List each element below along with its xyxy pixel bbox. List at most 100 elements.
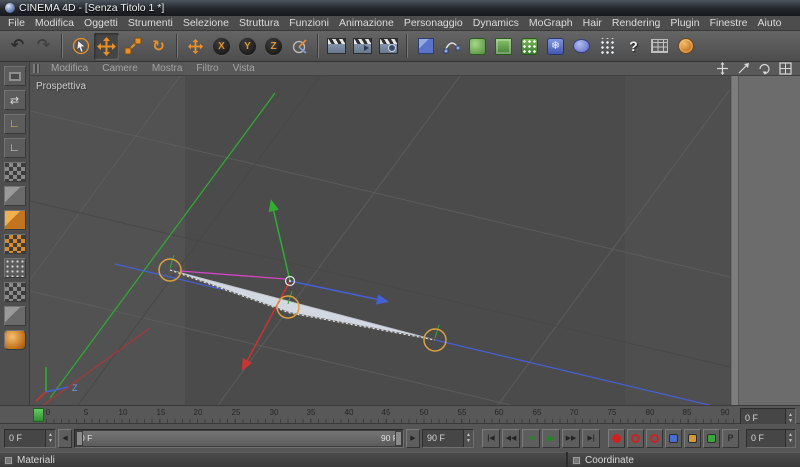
add-particles-button[interactable] xyxy=(595,33,620,60)
menu-item-strumenti[interactable]: Strumenti xyxy=(123,17,178,29)
points-mode-button[interactable] xyxy=(3,234,26,254)
add-generator-button[interactable] xyxy=(465,33,490,60)
materials-panel-header[interactable]: Materiali xyxy=(0,452,566,467)
record-pla-toggle[interactable]: P xyxy=(722,428,739,448)
spinner-arrows-icon[interactable]: ▲ ▼ xyxy=(785,429,795,447)
help-button[interactable]: ? xyxy=(621,33,646,60)
menu-item-dynamics[interactable]: Dynamics xyxy=(468,17,524,29)
lock-y-axis-button[interactable]: Y xyxy=(235,33,260,60)
render-view-button[interactable] xyxy=(324,33,349,60)
texture-axis-mode-button[interactable] xyxy=(3,186,26,206)
spinner-arrows-icon[interactable]: ▲ ▼ xyxy=(463,429,473,447)
render-region-button[interactable] xyxy=(350,33,375,60)
viewport-toggle-button[interactable] xyxy=(779,62,792,75)
bottom-panels: Materiali Coordinate xyxy=(0,452,800,467)
make-editable-button[interactable] xyxy=(3,66,26,86)
menu-item-animazione[interactable]: Animazione xyxy=(334,17,399,29)
menu-item-selezione[interactable]: Selezione xyxy=(178,17,234,29)
current-frame-marker[interactable] xyxy=(33,408,44,422)
redo-button[interactable]: ↷ xyxy=(31,33,56,60)
window-title: CINEMA 4D - [Senza Titolo 1 *] xyxy=(19,2,165,14)
spinner-arrows-icon[interactable]: ▲ ▼ xyxy=(45,429,55,447)
play-button[interactable]: ▶ xyxy=(542,428,560,448)
model-mode-button[interactable]: ∟ xyxy=(3,114,26,134)
viewport-pan-button[interactable] xyxy=(716,62,729,75)
add-environment-button[interactable] xyxy=(569,33,594,60)
timeline-ruler[interactable]: 0 5 10 15 20 25 30 35 40 45 50 55 60 65 … xyxy=(0,405,800,427)
render-settings-button[interactable] xyxy=(376,33,401,60)
convert-button[interactable]: ⇄ xyxy=(3,90,26,110)
edges-mode-button[interactable] xyxy=(3,258,26,278)
rotate-tool-button[interactable]: ↻ xyxy=(146,33,171,60)
record-rotation-toggle[interactable] xyxy=(703,428,720,448)
coordinate-system-button[interactable] xyxy=(287,33,312,60)
viewport-scene[interactable]: Z xyxy=(30,76,730,405)
menu-item-modifica[interactable]: Modifica xyxy=(30,17,79,29)
position-key-icon xyxy=(669,433,678,443)
range-slider-handle[interactable]: 0 F 90 F xyxy=(76,430,402,446)
ruler-tick-label: 15 xyxy=(156,408,166,417)
move-tool-button[interactable] xyxy=(94,32,119,60)
layout-browser-button[interactable] xyxy=(647,33,672,60)
range-start-field[interactable]: 0 F ▲ ▼ xyxy=(4,428,56,448)
menu-item-file[interactable]: File xyxy=(3,17,30,29)
title-bar[interactable]: CINEMA 4D - [Senza Titolo 1 *] xyxy=(0,0,800,16)
coordinates-panel-header[interactable]: Coordinate xyxy=(568,452,800,467)
online-updater-button[interactable] xyxy=(673,33,698,60)
vp-menu-vista[interactable]: Vista xyxy=(226,63,262,74)
camera-view-label[interactable]: Prospettiva xyxy=(36,81,86,92)
object-axis-mode-button[interactable]: ∟ xyxy=(3,138,26,158)
viewport-scrollbar[interactable] xyxy=(732,76,739,405)
display-mode-button[interactable] xyxy=(3,330,26,350)
record-keyframe-button[interactable] xyxy=(608,428,625,448)
lock-z-axis-button[interactable]: Z xyxy=(261,33,286,60)
menu-item-personaggio[interactable]: Personaggio xyxy=(399,17,468,29)
add-spline-button[interactable] xyxy=(439,33,464,60)
texture-mode-button[interactable] xyxy=(3,162,26,182)
vp-menu-filtro[interactable]: Filtro xyxy=(189,63,225,74)
scale-tool-button[interactable] xyxy=(120,33,145,60)
live-selection-tool-button[interactable] xyxy=(68,33,93,60)
viewport-rotate-button[interactable] xyxy=(758,62,771,75)
previous-key-button[interactable]: ◀◀ xyxy=(502,428,520,448)
add-deformer-button[interactable]: ❄ xyxy=(543,33,568,60)
menu-item-funzioni[interactable]: Funzioni xyxy=(284,17,334,29)
add-modeling-object-button[interactable] xyxy=(491,33,516,60)
keyframe-selection-toggle[interactable] xyxy=(646,428,663,448)
workplane-mode-button[interactable] xyxy=(3,210,26,230)
record-position-toggle[interactable] xyxy=(665,428,682,448)
menu-item-plugin[interactable]: Plugin xyxy=(665,17,704,29)
snap-settings-button[interactable] xyxy=(3,306,26,326)
menu-item-struttura[interactable]: Struttura xyxy=(234,17,284,29)
pla-icon: P xyxy=(727,433,734,443)
perspective-viewport[interactable]: Z Prospettiva xyxy=(30,76,730,405)
viewport-zoom-button[interactable] xyxy=(737,62,750,75)
add-mograph-object-button[interactable] xyxy=(517,33,542,60)
vp-menu-modifica[interactable]: Modifica xyxy=(44,63,95,74)
menu-item-mograph[interactable]: MoGraph xyxy=(524,17,578,29)
last-tool-button[interactable] xyxy=(183,33,208,60)
menu-item-oggetti[interactable]: Oggetti xyxy=(79,17,123,29)
goto-end-button[interactable]: ▶| xyxy=(582,428,600,448)
range-left-button[interactable]: ◀ xyxy=(58,428,72,448)
vp-menu-camere[interactable]: Camere xyxy=(95,63,145,74)
undo-button[interactable]: ↶ xyxy=(5,33,30,60)
record-scale-toggle[interactable] xyxy=(684,428,701,448)
previous-frame-button[interactable]: ◀ xyxy=(522,428,540,448)
current-frame-field[interactable]: 0 F ▲ ▼ xyxy=(746,428,796,448)
add-primitive-button[interactable] xyxy=(413,33,438,60)
preview-range-slider[interactable]: 0 F 90 F xyxy=(74,428,404,448)
autokey-toggle[interactable] xyxy=(627,428,644,448)
goto-start-button[interactable]: |◀ xyxy=(482,428,500,448)
menu-item-finestre[interactable]: Finestre xyxy=(705,17,753,29)
lock-x-axis-button[interactable]: X xyxy=(209,33,234,60)
panel-grip-icon[interactable] xyxy=(33,64,40,73)
menu-item-rendering[interactable]: Rendering xyxy=(607,17,665,29)
range-end-field[interactable]: 90 F ▲ ▼ xyxy=(422,428,474,448)
menu-item-hair[interactable]: Hair xyxy=(578,17,607,29)
menu-item-aiuto[interactable]: Aiuto xyxy=(753,17,787,29)
next-key-button[interactable]: ▶▶ xyxy=(562,428,580,448)
range-right-button[interactable]: ▶ xyxy=(406,428,420,448)
vp-menu-mostra[interactable]: Mostra xyxy=(145,63,190,74)
polygons-mode-button[interactable] xyxy=(3,282,26,302)
